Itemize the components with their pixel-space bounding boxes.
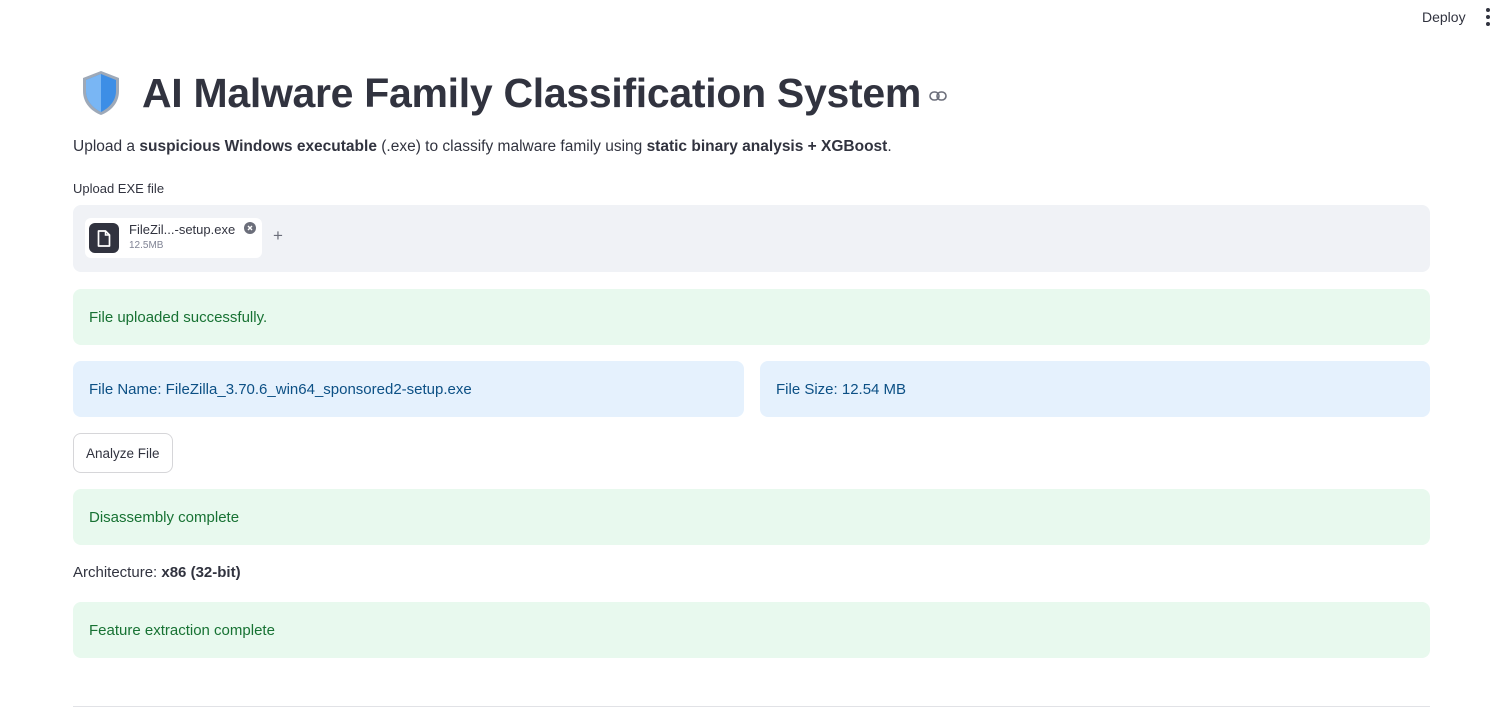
disassembly-complete-alert: Disassembly complete — [73, 489, 1430, 545]
uploaded-file-name: FileZil...-setup.exe — [129, 222, 236, 237]
description-bold: suspicious Windows executable — [139, 138, 377, 155]
file-name-info: File Name: FileZilla_3.70.6_win64_sponso… — [73, 361, 744, 417]
alert-text: File uploaded successfully. — [89, 308, 268, 326]
architecture-label: Architecture: — [73, 564, 162, 581]
alert-text: Disassembly complete — [89, 508, 240, 526]
description-text: (.exe) to classify malware family using — [376, 138, 647, 155]
deploy-button[interactable]: Deploy — [1413, 8, 1475, 26]
uploaded-file-size: 12.5MB — [129, 240, 164, 251]
description-text: Upload a — [73, 138, 140, 155]
top-toolbar: Deploy — [0, 0, 1502, 34]
menu-dot — [1486, 22, 1490, 26]
main-menu-icon[interactable] — [1480, 6, 1496, 28]
page-description: Upload a suspicious Windows executable (… — [73, 138, 892, 156]
architecture-value: x86 (32-bit) — [161, 564, 241, 581]
shield-icon — [83, 71, 119, 115]
alert-text: File Size: 12.54 MB — [776, 380, 907, 398]
menu-dot — [1486, 8, 1490, 12]
add-file-button[interactable]: + — [273, 226, 283, 246]
feature-extraction-alert: Feature extraction complete — [73, 602, 1430, 658]
uploaded-file-chip: FileZil...-setup.exe 12.5MB — [85, 218, 262, 258]
section-divider — [73, 706, 1430, 707]
file-size-info: File Size: 12.54 MB — [760, 361, 1430, 417]
file-dropzone[interactable]: FileZil...-setup.exe 12.5MB + — [73, 205, 1430, 272]
description-text: . — [887, 138, 892, 155]
page-title: AI Malware Family Classification System — [142, 69, 921, 116]
upload-success-alert: File uploaded successfully. — [73, 289, 1430, 345]
alert-text: Feature extraction complete — [89, 621, 275, 639]
analyze-file-button[interactable]: Analyze File — [73, 433, 173, 473]
architecture-readout: Architecture: x86 (32-bit) — [73, 564, 241, 581]
page-header: AI Malware Family Classification System — [81, 66, 947, 120]
uploader-label: Upload EXE file — [73, 181, 165, 196]
alert-text: File Name: FileZilla_3.70.6_win64_sponso… — [89, 380, 472, 398]
remove-file-icon[interactable] — [244, 222, 256, 234]
description-bold: static binary analysis + XGBoost — [646, 138, 888, 155]
anchor-link-icon[interactable] — [929, 90, 947, 102]
file-icon — [89, 223, 119, 253]
menu-dot — [1486, 15, 1490, 19]
